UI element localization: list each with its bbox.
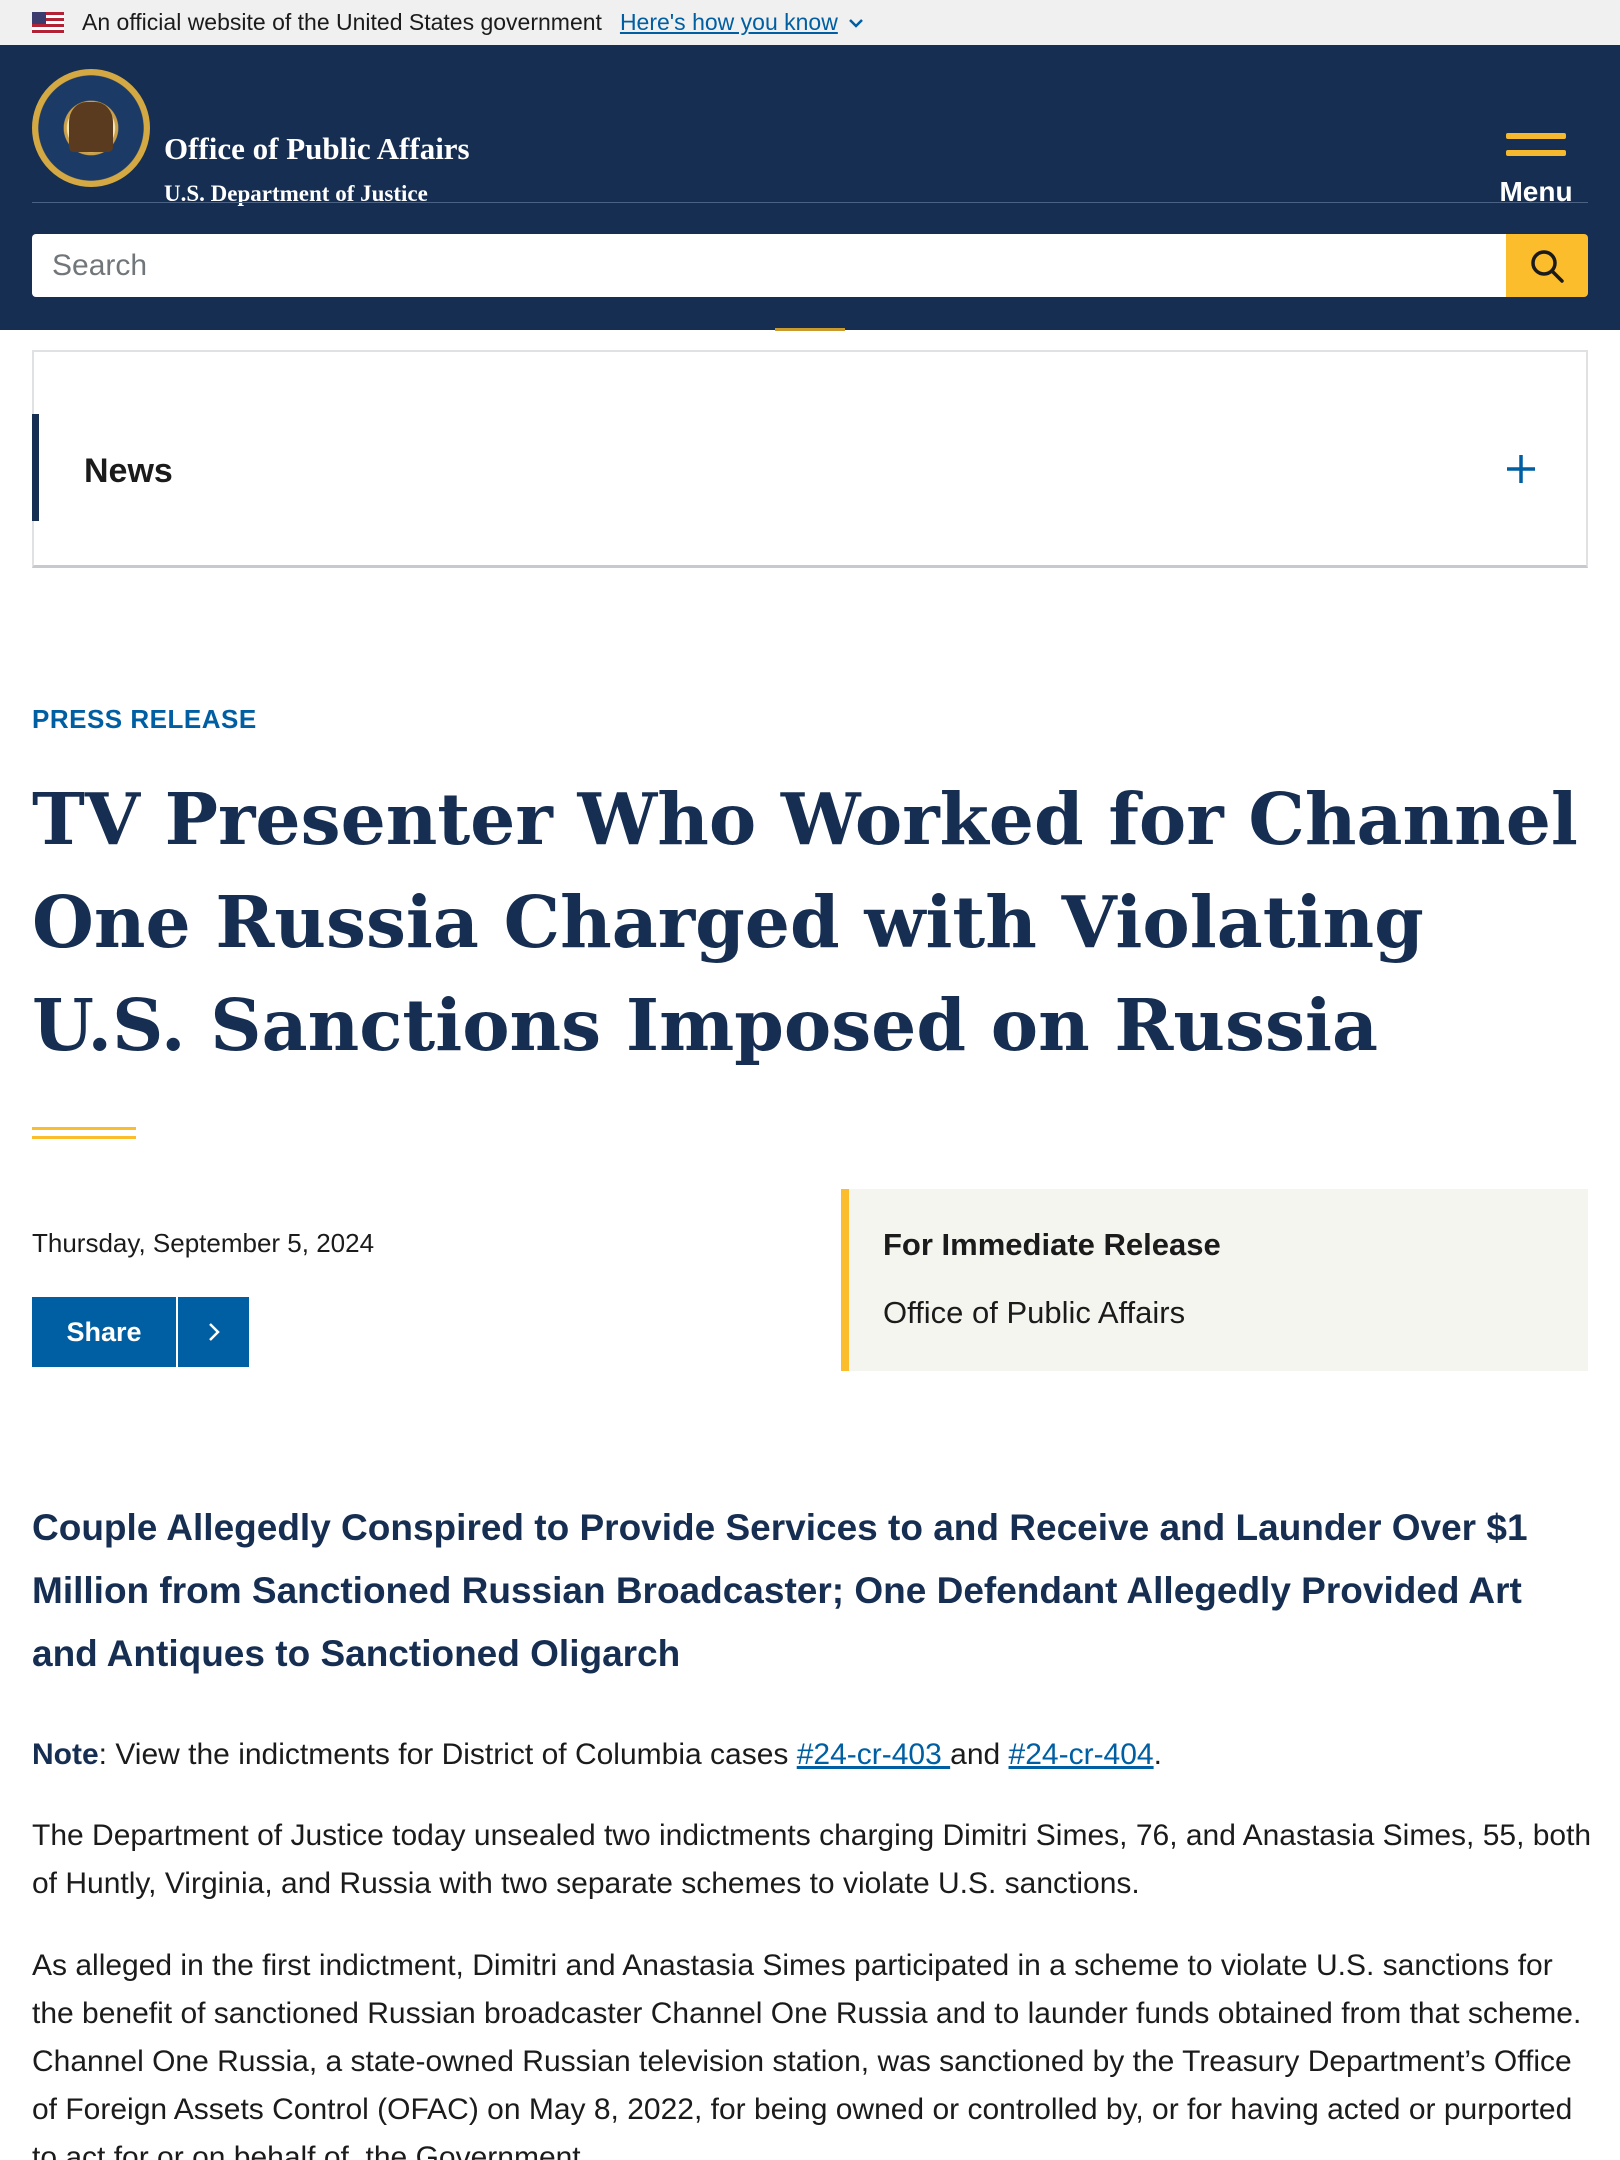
body-paragraph-1: The Department of Justice today unsealed… — [32, 1819, 1592, 1900]
search-input[interactable] — [32, 234, 1506, 297]
search-form — [32, 234, 1588, 297]
menu-button[interactable]: Menu — [1496, 133, 1576, 233]
site-header: Office of Public Affairs U.S. Department… — [0, 45, 1620, 331]
heres-how-you-know-link[interactable]: Here's how you know — [620, 9, 838, 36]
gov-banner-text: An official website of the United States… — [82, 9, 602, 35]
release-title: For Immediate Release — [883, 1227, 1221, 1262]
release-info-box: For Immediate Release Office of Public A… — [841, 1189, 1588, 1371]
title-underline — [32, 1127, 136, 1130]
active-indicator — [32, 414, 39, 521]
note-label: Note — [32, 1738, 99, 1771]
header-divider — [32, 202, 1588, 203]
body-paragraph-2: As alleged in the first indictment, Dimi… — [32, 1949, 1582, 2160]
page-title: TV Presenter Who Worked for Channel One … — [32, 777, 1578, 1067]
hamburger-icon — [1506, 133, 1566, 139]
publish-date: Thursday, September 5, 2024 — [32, 1228, 375, 1258]
section-nav-label: News — [84, 452, 173, 490]
gov-banner: An official website of the United States… — [0, 0, 1620, 45]
release-office: Office of Public Affairs — [883, 1295, 1186, 1330]
plus-icon[interactable] — [1504, 444, 1538, 494]
indictment-link-404[interactable]: #24-cr-404 — [1009, 1738, 1154, 1771]
chevron-right-icon — [178, 1321, 249, 1343]
doj-seal-logo[interactable] — [32, 69, 150, 187]
share-button[interactable]: Share — [32, 1297, 249, 1367]
chevron-down-icon[interactable] — [848, 12, 864, 33]
search-icon — [1531, 249, 1564, 283]
indictment-link-403[interactable]: #24-cr-403 — [797, 1738, 950, 1771]
article-type-label: PRESS RELEASE — [32, 704, 257, 734]
us-flag-icon — [32, 11, 64, 34]
section-nav-accordion[interactable]: News — [32, 350, 1588, 568]
article-subtitle: Couple Allegedly Conspired to Provide Se… — [32, 1507, 1528, 1674]
header-accent — [775, 328, 845, 331]
note-paragraph: Note: View the indictments for District … — [32, 1738, 1162, 1771]
search-button[interactable] — [1506, 234, 1588, 297]
site-subtitle: U.S. Department of Justice — [164, 181, 428, 206]
menu-label: Menu — [1499, 176, 1573, 207]
site-title[interactable]: Office of Public Affairs — [164, 131, 470, 167]
share-label: Share — [32, 1297, 178, 1367]
